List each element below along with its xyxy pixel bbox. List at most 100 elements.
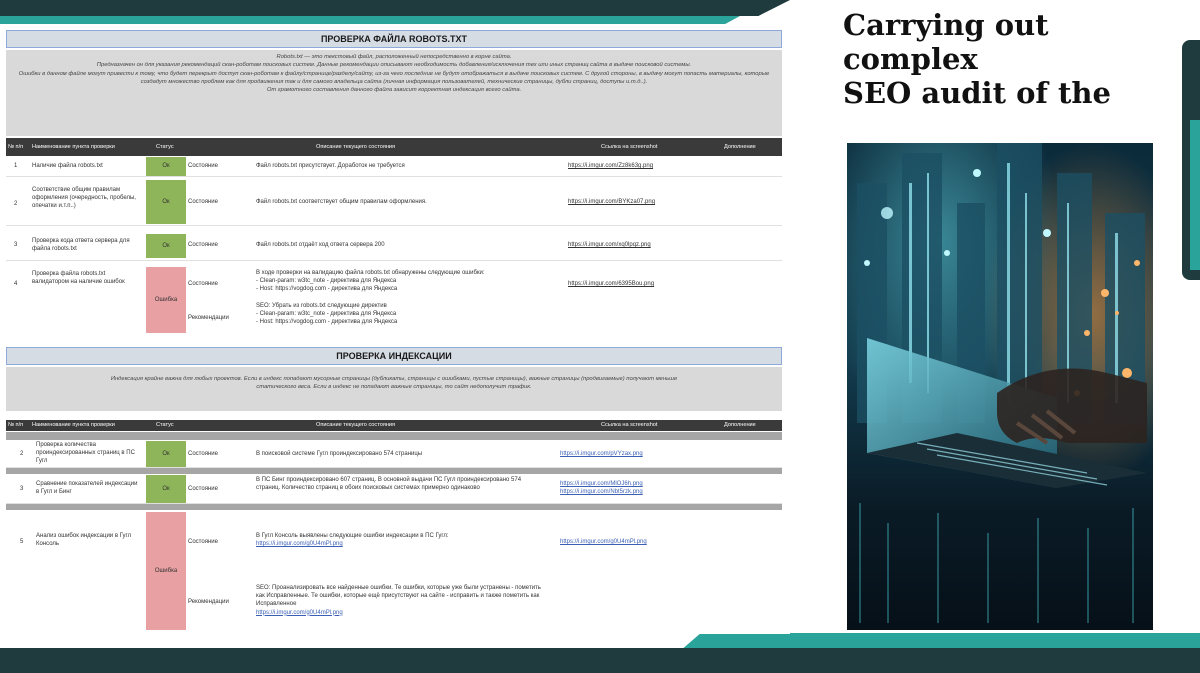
row-name: Сравнение показателей индексации в Гугл … [36, 481, 138, 496]
row-name: Проверка количества проиндексированных с… [36, 442, 135, 465]
col-extra: Дополнение [724, 422, 756, 428]
col-link: Ссылка на screenshot [601, 422, 658, 428]
status-badge: Ошибка [146, 512, 186, 630]
row-type: Состояние [188, 281, 218, 287]
laptop-city-photo [847, 143, 1153, 630]
row-recommendation: SEO: Убрать из robots.txt следующие дире… [256, 302, 566, 327]
desc-line: - Clean-param: w3tc_note - директива для… [256, 311, 397, 318]
table-row: 3 Сравнение показателей индексации в Гуг… [6, 474, 782, 504]
robots-intro-line: Robots.txt — это текстовый файл, располо… [276, 54, 512, 60]
row-type: Рекомендации [188, 315, 229, 321]
slide-heading: Carrying out complex SEO audit of the [843, 8, 1163, 110]
desc-line: - Host: https://vogdog.com - директива д… [256, 319, 398, 326]
col-desc: Описание текущего состояния [316, 422, 396, 428]
row-desc: Файл robots.txt соответствует общим прав… [256, 199, 427, 205]
row-name: Соответствие общим правилам оформления (… [32, 187, 136, 210]
row-num: 1 [14, 163, 18, 169]
top-dark-band [0, 0, 790, 16]
heading-line: SEO audit of the [843, 76, 1111, 110]
index-intro-line: статического веса. Если в индекс не попа… [256, 384, 532, 391]
row-num: 3 [14, 242, 18, 248]
row-type: Состояние [188, 163, 218, 169]
col-link: Ссылка на screenshot [601, 144, 658, 150]
row-num: 3 [20, 486, 24, 492]
col-name: Наименование пункта проверки [32, 422, 115, 428]
heading-line: Carrying out [843, 8, 1049, 42]
row-num: 4 [14, 281, 18, 287]
desc-line: SEO: Убрать из robots.txt следующие дире… [256, 303, 387, 309]
screenshot-link[interactable]: https://i.imgur.com/BYKza07.png [568, 198, 655, 206]
desc-link[interactable]: https://i.imgur.com/g0U4mPl.png [256, 609, 546, 617]
robots-table-header: № п/п Наименование пункта проверки Стату… [6, 138, 782, 156]
row-type: Состояние [188, 242, 218, 248]
desc-line: - Clean-param: w3tc_note - директива для… [256, 278, 397, 285]
table-row: 5 Анализ ошибок индексации в Гугл Консол… [6, 512, 782, 630]
robots-intro-line: Ошибки в данном файле могут привести к т… [18, 70, 770, 85]
robots-section-title: ПРОВЕРКА ФАЙЛА ROBOTS.TXT [6, 30, 782, 48]
row-desc: В Гугл Консоль выявлены следующие ошибки… [256, 532, 546, 548]
robots-intro-line: От грамотного составления данного файла … [266, 87, 522, 94]
robots-intro-line: Предназначен он для указания рекомендаци… [96, 62, 692, 69]
index-table-header: № п/п Наименование пункта проверки Стату… [6, 420, 782, 431]
row-name: Анализ ошибок индексации в Гугл Консоль [36, 533, 132, 548]
desc-line: SEO: Проанализировать все найденные ошиб… [256, 585, 541, 608]
screenshot-link[interactable]: https://i.imgur.com/xq0lpqz.png [568, 241, 651, 249]
col-num: № п/п [8, 422, 24, 428]
status-badge: Ок [146, 157, 186, 176]
desc-line: - Host: https://vogdog.com - директива д… [256, 286, 398, 293]
col-extra: Дополнение [724, 144, 756, 150]
status-badge: Ок [146, 180, 186, 224]
row-type: Состояние [188, 451, 218, 457]
table-row: 3 Проверка кода ответа сервера для файла… [6, 229, 782, 261]
desc-link[interactable]: https://i.imgur.com/g0U4mPl.png [256, 540, 546, 548]
row-type: Состояние [188, 486, 218, 492]
screenshot-link[interactable]: https://i.imgur.com/6395Bou.png [568, 280, 654, 288]
desc-line: В Гугл Консоль выявлены следующие ошибки… [256, 533, 449, 539]
screenshot-link[interactable]: https://i.imgur.com/Zz8k63g.png [568, 162, 653, 170]
col-status: Статус [156, 144, 174, 150]
screenshot-link[interactable]: https://i.imgur.com/pVYzax.png [560, 450, 643, 458]
row-desc: В ходе проверки на валидацию файла robot… [256, 269, 566, 294]
row-type: Рекомендации [188, 599, 229, 605]
row-desc: В поисковой системе Гугл проиндексирован… [256, 451, 423, 457]
index-intro-line: Индексация крайне важна для любых проект… [110, 376, 678, 382]
status-badge: Ошибка [146, 267, 186, 333]
row-name: Проверка кода ответа сервера для файла r… [32, 238, 130, 253]
screenshot-link[interactable]: https://i.imgur.com/Nbt5rzk.png [560, 488, 643, 496]
row-desc: Файл robots.txt отдаёт код ответа сервер… [256, 242, 385, 248]
col-num: № п/п [8, 144, 24, 150]
heading-line: complex [843, 42, 978, 76]
row-num: 5 [20, 539, 24, 545]
row-name: Наличие файла robots.txt [32, 163, 103, 169]
row-type: Состояние [188, 539, 218, 545]
table-row: 2 Соответствие общим правилам оформления… [6, 178, 782, 226]
index-intro: Индексация крайне важна для любых проект… [6, 367, 782, 411]
audit-spreadsheet: ПРОВЕРКА ФАЙЛА ROBOTS.TXT Robots.txt — э… [0, 24, 790, 634]
row-num: 2 [20, 451, 24, 457]
table-row: 1 Наличие файла robots.txt Ок Состояние … [6, 157, 782, 177]
col-desc: Описание текущего состояния [316, 144, 396, 150]
row-num: 2 [14, 201, 18, 207]
status-badge: Ок [146, 441, 186, 467]
status-badge: Ок [146, 234, 186, 258]
right-teal-tab [1190, 120, 1200, 270]
row-recommendation: SEO: Проанализировать все найденные ошиб… [256, 584, 546, 617]
screenshot-link[interactable]: https://i.imgur.com/g0U4mPl.png [560, 538, 647, 546]
desc-line: В ходе проверки на валидацию файла robot… [256, 270, 485, 276]
table-row: 4 Проверка файла robots.txt валидатором … [6, 264, 782, 334]
row-desc: В ПС Бинг проиндексировано 607 страниц. … [256, 477, 522, 492]
index-section-title: ПРОВЕРКА ИНДЕКСАЦИИ [6, 347, 782, 365]
row-name: Проверка файла robots.txt валидатором на… [32, 271, 125, 286]
robots-intro: Robots.txt — это текстовый файл, располо… [6, 50, 782, 136]
table-row: 2 Проверка количества проиндексированных… [6, 440, 782, 468]
col-name: Наименование пункта проверки [32, 144, 115, 150]
row-separator [6, 504, 782, 510]
row-type: Состояние [188, 199, 218, 205]
top-teal-band [0, 16, 740, 24]
row-separator [6, 432, 782, 440]
bottom-dark-band [0, 648, 1200, 673]
row-desc: Файл robots.txt присутствует. Доработок … [256, 163, 405, 169]
screenshot-link[interactable]: https://i.imgur.com/MlOJ6h.png [560, 480, 643, 488]
col-status: Статус [156, 422, 174, 428]
status-badge: Ок [146, 475, 186, 503]
